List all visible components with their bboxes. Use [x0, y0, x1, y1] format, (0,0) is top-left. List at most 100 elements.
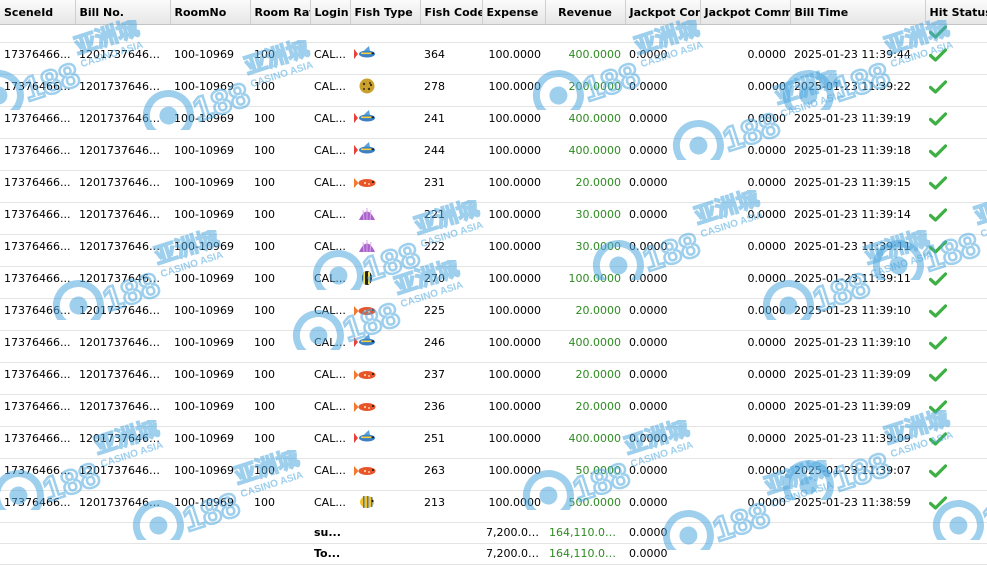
- cell-room-no: 100-10969: [170, 394, 250, 427]
- cell-room-no: 100-10969: [170, 202, 250, 235]
- cell-revenue: 400.0000: [545, 426, 625, 459]
- cell-scene-id: 17376466...: [0, 490, 75, 523]
- cell-expense: 100.0000: [482, 234, 545, 267]
- cell-revenue: 400.0000: [545, 106, 625, 139]
- cell-room-rate: 100: [250, 490, 310, 523]
- cell-login: CAL...: [310, 298, 350, 331]
- cell-expense: 100.0000: [482, 330, 545, 363]
- cell-expense: 100.0000: [482, 490, 545, 523]
- cell-jackpot-con: 0.0000: [625, 42, 700, 75]
- table-row[interactable]: 17376466... 120173764675... 100-10969 100 CA…: [0, 170, 987, 203]
- sum-row: su... 7,200.0000 164,110.0000 0.0000: [0, 522, 987, 544]
- cell-fish-type: [350, 298, 420, 331]
- cell-bill-no: 120173764674...: [75, 362, 170, 395]
- cell-jackpot-commi: 0.0000: [700, 170, 790, 203]
- cell-jackpot-commi: 0.0000: [700, 362, 790, 395]
- cell-scene-id: 17376466...: [0, 298, 75, 331]
- col-header-hit-status[interactable]: Hit Status: [925, 0, 987, 25]
- col-header-expense[interactable]: Expense: [482, 0, 546, 25]
- table-row[interactable]: 17376466... 120173764674... 100-10969 100 CA…: [0, 362, 987, 395]
- cell-jackpot-commi: 0.0000: [700, 426, 790, 459]
- col-header-room-rate[interactable]: Room Rat: [250, 0, 311, 25]
- table-row[interactable]: 17376466... 120173764678... 100-10969 100 CA…: [0, 42, 987, 75]
- col-header-roomno[interactable]: RoomNo: [170, 0, 251, 25]
- check-icon: [928, 240, 948, 254]
- cell-jackpot-commi: 0.0000: [700, 458, 790, 491]
- cell-login: CAL...: [310, 266, 350, 299]
- cell-room-rate: 100: [250, 394, 310, 427]
- table-row[interactable]: 17376466... 120173764674... 100-10969 100 CA…: [0, 458, 987, 491]
- cell-login: CAL...: [310, 74, 350, 107]
- cell-scene-id: 17376466...: [0, 362, 75, 395]
- cell-hit-status: [925, 362, 987, 395]
- col-header-fish-code[interactable]: Fish Code: [420, 0, 483, 25]
- cell-hit-status: [925, 394, 987, 427]
- cell-jackpot-con: 0.0000: [625, 394, 700, 427]
- cell-hit-status: [925, 202, 987, 235]
- cell-fish-code: 251: [420, 426, 482, 459]
- cell-bill-no: 120173764674...: [75, 458, 170, 491]
- check-icon: [928, 464, 948, 478]
- cell-bill-time: 2025-01-23 11:39:18: [790, 138, 925, 171]
- table-row[interactable]: 17376466... 120173764675... 100-10969 100 CA…: [0, 266, 987, 299]
- cell-room-no: 100-10969: [170, 426, 250, 459]
- cell-revenue: 30.0000: [545, 234, 625, 267]
- cell-fish-type: [350, 74, 420, 107]
- sum-jackpot-con: 0.0000: [625, 522, 700, 544]
- sum-revenue: 164,110.0000: [545, 522, 625, 544]
- sum-expense: 7,200.0000: [482, 522, 545, 544]
- table-row[interactable]: 17376466... 120173764675... 100-10969 100 CA…: [0, 138, 987, 171]
- cell-fish-type: [350, 202, 420, 235]
- table-row-partial: [0, 24, 987, 43]
- col-header-revenue[interactable]: Revenue: [545, 0, 626, 25]
- cell-jackpot-con: 0.0000: [625, 458, 700, 491]
- cell-jackpot-commi: 0.0000: [700, 42, 790, 75]
- cell-login: CAL...: [310, 490, 350, 523]
- cell-hit-status: [925, 266, 987, 299]
- cell-jackpot-commi: 0.0000: [700, 266, 790, 299]
- sum-label: su...: [310, 522, 350, 544]
- table-row[interactable]: 17376466... 120173764676... 100-10969 100 CA…: [0, 74, 987, 107]
- col-header-login[interactable]: Login: [310, 0, 351, 25]
- cell-revenue: 20.0000: [545, 298, 625, 331]
- total-revenue: 164,110.0000: [545, 543, 625, 565]
- cell-bill-time: 2025-01-23 11:39:11: [790, 266, 925, 299]
- total-expense: 7,200.0000: [482, 543, 545, 565]
- table-row[interactable]: 17376466... 120173764675... 100-10969 100 CA…: [0, 202, 987, 235]
- cell-bill-time: 2025-01-23 11:39:10: [790, 330, 925, 363]
- table-row[interactable]: 17376466... 120173764674... 100-10969 100 CA…: [0, 394, 987, 427]
- cell-bill-time: 2025-01-23 11:39:07: [790, 458, 925, 491]
- col-header-fish-type[interactable]: Fish Type: [350, 0, 421, 25]
- check-icon: [928, 25, 948, 39]
- table-row[interactable]: 17376466... 120173764675... 100-10969 100 CA…: [0, 234, 987, 267]
- check-icon: [928, 272, 948, 286]
- cell-hit-status: [925, 74, 987, 107]
- cell-expense: 100.0000: [482, 426, 545, 459]
- col-header-sceneid[interactable]: SceneId: [0, 0, 76, 25]
- cell-hit-status: [925, 234, 987, 267]
- cell-bill-no: 120173764675...: [75, 170, 170, 203]
- cell-fish-code: 236: [420, 394, 482, 427]
- total-label: To...: [310, 543, 350, 565]
- cell-jackpot-commi: 0.0000: [700, 298, 790, 331]
- col-header-bill-time[interactable]: Bill Time: [790, 0, 926, 25]
- cell-room-rate: 100: [250, 266, 310, 299]
- table-row[interactable]: 17376466... 120173764675... 100-10969 100 CA…: [0, 106, 987, 139]
- cell-jackpot-con: 0.0000: [625, 234, 700, 267]
- cell-jackpot-commi: 0.0000: [700, 394, 790, 427]
- col-header-bill-no[interactable]: Bill No.: [75, 0, 171, 25]
- col-header-jackpot-commi[interactable]: Jackpot Commi: [700, 0, 791, 25]
- table-row[interactable]: 17376466... 120173764673... 100-10969 100 CA…: [0, 490, 987, 523]
- table-row[interactable]: 17376466... 120173764674... 100-10969 100 CA…: [0, 426, 987, 459]
- table-row[interactable]: 17376466... 120173764675... 100-10969 100 CA…: [0, 298, 987, 331]
- cell-fish-code: 237: [420, 362, 482, 395]
- cell-login: CAL...: [310, 138, 350, 171]
- table-row[interactable]: 17376466... 120173764675... 100-10969 100 CA…: [0, 330, 987, 363]
- cell-fish-code: 270: [420, 266, 482, 299]
- cell-revenue: 100.0000: [545, 266, 625, 299]
- col-header-jackpot-con[interactable]: Jackpot Con: [625, 0, 701, 25]
- cell-hit-status: [925, 426, 987, 459]
- cell-fish-type: [350, 362, 420, 395]
- cell-jackpot-con: 0.0000: [625, 138, 700, 171]
- cell-expense: 100.0000: [482, 106, 545, 139]
